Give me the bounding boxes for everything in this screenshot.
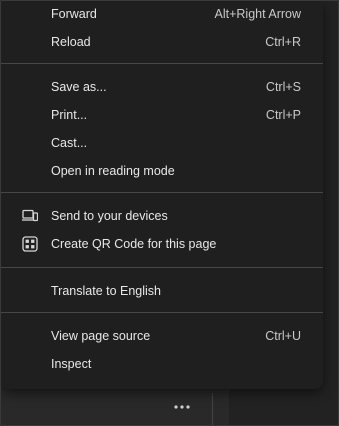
menu-item-label: Create QR Code for this page <box>51 237 217 251</box>
send-to-devices-icon <box>21 207 39 225</box>
menu-item-label: Send to your devices <box>51 209 168 223</box>
browser-window: Forward Alt+Right Arrow Reload Ctrl+R Sa… <box>0 0 339 426</box>
menu-item-shortcut: Ctrl+S <box>265 80 301 94</box>
menu-item-save-as[interactable]: Save as... Ctrl+S <box>1 73 323 101</box>
menu-item-label: Inspect <box>51 357 92 371</box>
menu-item-forward[interactable]: Forward Alt+Right Arrow <box>1 1 323 28</box>
menu-item-label: Save as... <box>51 80 107 94</box>
menu-item-cast[interactable]: Cast... <box>1 129 323 157</box>
menu-separator <box>1 312 323 313</box>
menu-item-print[interactable]: Print... Ctrl+P <box>1 101 323 129</box>
menu-item-label: Translate to English <box>51 284 162 298</box>
menu-item-reading-mode[interactable]: Open in reading mode <box>1 157 323 185</box>
menu-item-label: Open in reading mode <box>51 164 175 178</box>
context-menu: Forward Alt+Right Arrow Reload Ctrl+R Sa… <box>1 1 323 389</box>
menu-item-shortcut: Alt+Right Arrow <box>214 7 302 21</box>
menu-item-create-qr-code[interactable]: Create QR Code for this page <box>1 230 323 258</box>
menu-item-label: Reload <box>51 35 91 49</box>
menu-item-label: Print... <box>51 108 88 122</box>
more-horizontal-icon[interactable] <box>167 397 197 417</box>
menu-item-send-to-devices[interactable]: Send to your devices <box>1 202 323 230</box>
menu-item-label: Cast... <box>51 136 88 150</box>
menu-item-inspect[interactable]: Inspect <box>1 350 323 378</box>
menu-item-label: View page source <box>51 329 151 343</box>
menu-item-shortcut: Ctrl+U <box>265 329 301 343</box>
menu-item-shortcut: Ctrl+P <box>265 108 301 122</box>
menu-item-translate[interactable]: Translate to English <box>1 277 323 305</box>
menu-item-shortcut: Ctrl+R <box>265 35 301 49</box>
menu-item-label: Forward <box>51 7 97 21</box>
menu-separator <box>1 267 323 268</box>
menu-separator <box>1 63 323 64</box>
menu-item-view-page-source[interactable]: View page source Ctrl+U <box>1 322 323 350</box>
menu-separator <box>1 192 323 193</box>
menu-item-reload[interactable]: Reload Ctrl+R <box>1 28 323 56</box>
toolbar-divider <box>212 393 213 425</box>
qr-code-icon <box>21 235 39 253</box>
